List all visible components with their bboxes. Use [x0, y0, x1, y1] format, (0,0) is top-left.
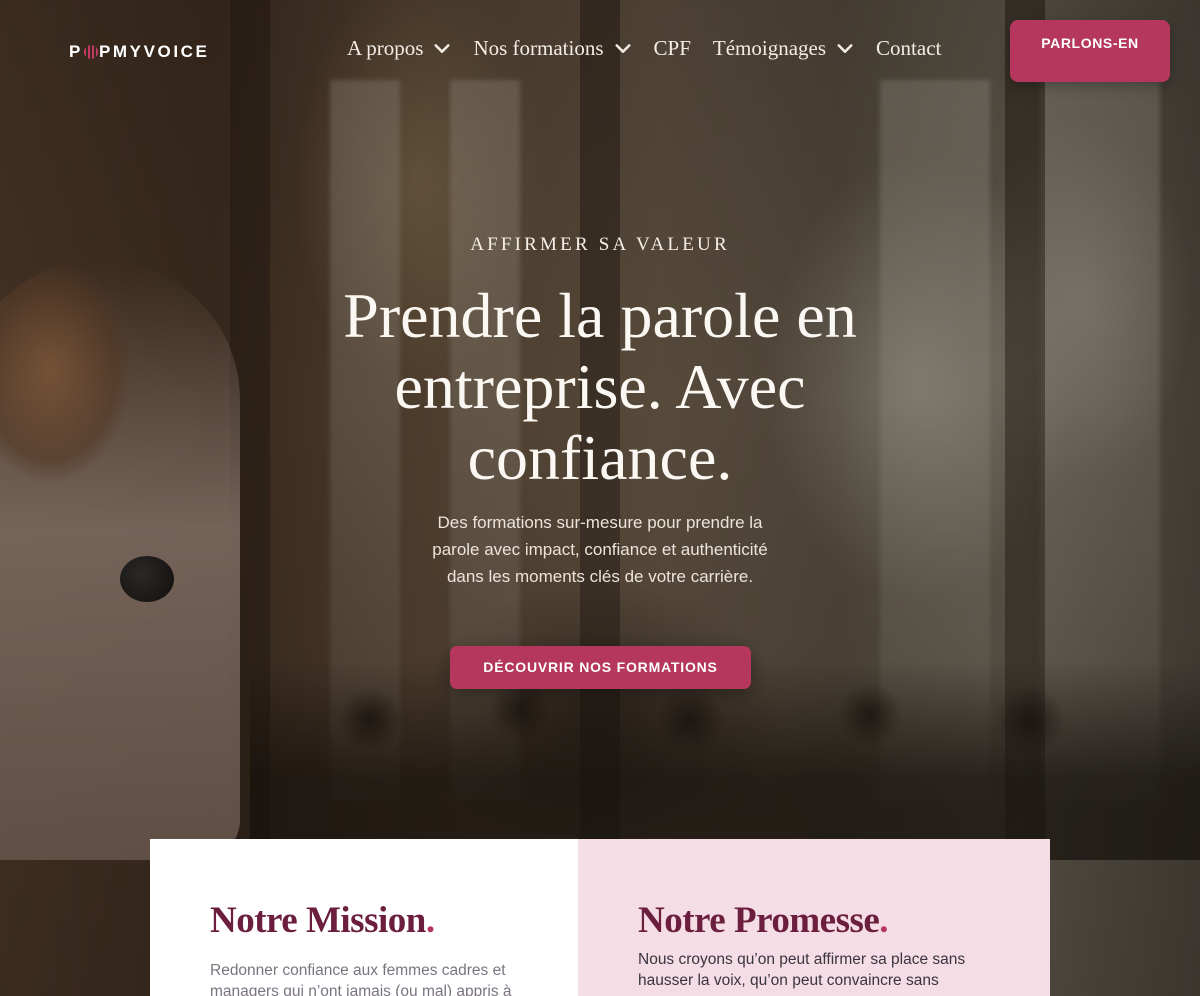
hero-headline: Prendre la parole en entreprise. Avec co… — [343, 280, 857, 493]
nav-item-label: Contact — [876, 36, 942, 60]
decouvrir-formations-button[interactable]: DÉCOUVRIR NOS FORMATIONS — [450, 646, 751, 689]
nav-item-label: Témoignages — [712, 36, 827, 60]
logo-text-pre: P — [69, 42, 83, 61]
logo[interactable]: P PMYVOICE — [69, 42, 210, 62]
mission-title: Notre Mission. — [210, 899, 435, 942]
logo-text-post: PMYVOICE — [98, 42, 210, 61]
nav-item-label: A propos — [347, 36, 424, 60]
sound-wave-icon — [83, 45, 98, 59]
nav-item-cpf[interactable]: CPF — [654, 36, 691, 61]
nav-item-label: CPF — [653, 36, 691, 60]
hero-eyebrow: AFFIRMER SA VALEUR — [470, 234, 730, 255]
mission-title-text: Notre Mission — [210, 900, 426, 941]
title-accent-dot: . — [879, 900, 889, 941]
chevron-down-icon — [434, 43, 450, 53]
chevron-down-icon — [614, 43, 631, 53]
chevron-down-icon — [837, 43, 853, 53]
site-header: P PMYVOICE A propos Nos formations CPF Té… — [0, 0, 1200, 104]
promise-body: Nous croyons qu’on peut affirmer sa plac… — [638, 951, 966, 989]
nav-item-contact[interactable]: Contact — [876, 36, 941, 61]
hero-lead: Des formations sur-mesure pour prendre l… — [432, 513, 768, 586]
title-accent-dot: . — [425, 900, 435, 941]
main-nav: A propos Nos formations CPF Témoignages … — [347, 36, 963, 61]
parlons-en-button[interactable]: PARLONS-EN — [1010, 20, 1170, 82]
nav-item-a-propos[interactable]: A propos — [347, 36, 451, 61]
nav-item-temoignages[interactable]: Témoignages — [713, 36, 854, 61]
mission-card: Notre Mission. Redonner confiance aux fe… — [150, 839, 578, 996]
mission-body: Redonner confiance aux femmes cadres et … — [210, 962, 512, 996]
nav-item-label: Nos formations — [473, 36, 604, 60]
promise-title-text: Notre Promesse — [638, 900, 880, 941]
promise-card: Notre Promesse. Nous croyons qu’on peut … — [578, 839, 1050, 996]
nav-item-nos-formations[interactable]: Nos formations — [473, 36, 631, 61]
mission-promise-section: Notre Mission. Redonner confiance aux fe… — [150, 839, 1050, 996]
promise-title: Notre Promesse. — [638, 899, 889, 942]
